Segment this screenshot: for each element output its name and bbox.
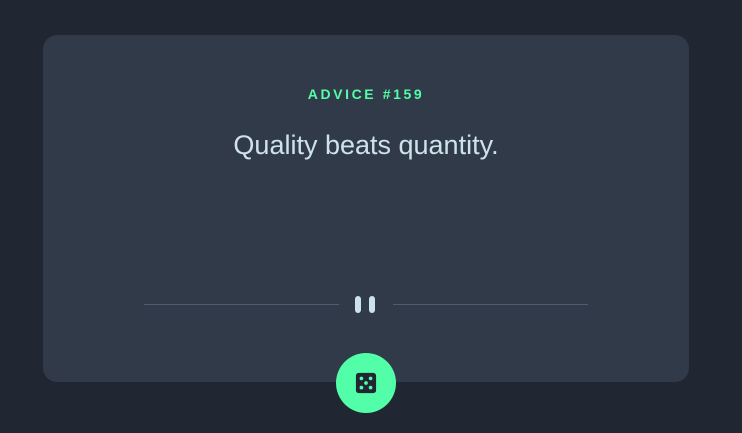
advice-card: ADVICE #159 Quality beats quantity. — [43, 35, 689, 382]
new-advice-button[interactable] — [336, 353, 396, 413]
advice-number: ADVICE #159 — [307, 86, 425, 102]
divider-line-left — [144, 304, 339, 305]
divider-line-right — [393, 304, 588, 305]
pause-icon — [355, 296, 375, 313]
advice-text: Quality beats quantity. — [233, 130, 499, 160]
dice-icon — [355, 372, 377, 394]
